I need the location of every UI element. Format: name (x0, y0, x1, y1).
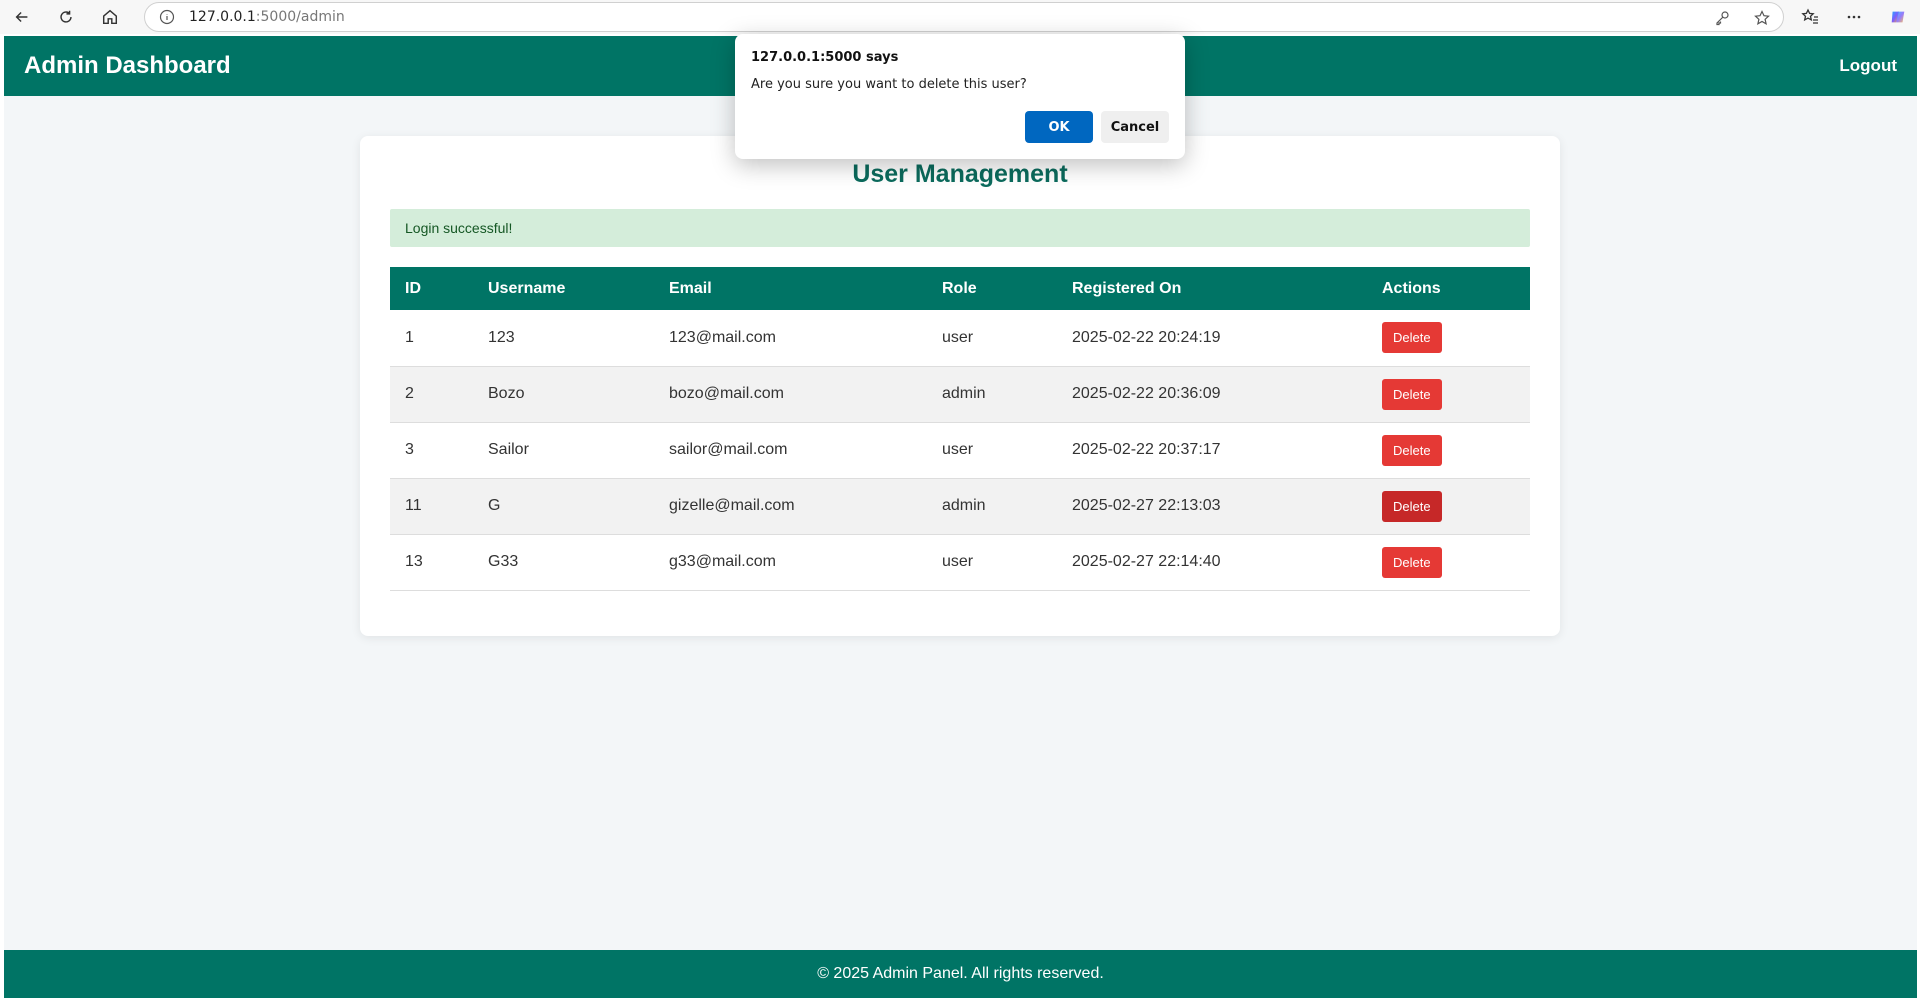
cell-actions: Delete (1367, 422, 1530, 478)
cell-email: 123@mail.com (669, 328, 776, 346)
table-row: 2 Bozo bozo@mail.com admin 2025-02-22 20… (390, 366, 1530, 422)
column-header-id: ID (405, 279, 421, 297)
column-header-username: Username (488, 279, 566, 297)
page-title: User Management (852, 160, 1068, 188)
column-header-registered: Registered On (1072, 279, 1182, 297)
more-options-icon[interactable] (1840, 3, 1868, 31)
cell-actions: Delete (1367, 310, 1530, 366)
delete-button[interactable]: Delete (1382, 378, 1442, 410)
cell-id: 11 (405, 497, 422, 514)
favorites-icon[interactable] (1796, 3, 1824, 31)
confirm-dialog: 127.0.0.1:5000 says Are you sure you wan… (735, 34, 1185, 159)
dialog-buttons: OK Cancel (1025, 111, 1169, 143)
cell-email: gizelle@mail.com (669, 497, 795, 514)
cell-actions: Delete (1367, 478, 1530, 534)
cell-username: G (488, 497, 501, 514)
delete-button[interactable]: Delete (1382, 546, 1442, 578)
cell-email: sailor@mail.com (669, 441, 788, 458)
cell-email: g33@mail.com (669, 553, 776, 570)
home-icon[interactable] (88, 0, 132, 34)
column-header-actions: Actions (1382, 279, 1441, 297)
url-host: 127.0.0.1 (189, 9, 256, 25)
cell-id: 2 (405, 385, 414, 402)
dialog-title: 127.0.0.1:5000 says (751, 50, 899, 65)
cell-username: G33 (488, 553, 519, 570)
cell-registered: 2025-02-22 20:36:09 (1072, 385, 1221, 402)
cell-id: 3 (405, 441, 414, 458)
cell-registered: 2025-02-27 22:14:40 (1072, 553, 1221, 570)
table-header-row: ID Username Email Role Registered On Act… (390, 267, 1530, 310)
brand-title: Admin Dashboard (24, 52, 231, 79)
cell-role: user (942, 441, 974, 458)
page: Admin Dashboard Logout User Management L… (4, 36, 1917, 998)
user-management-card: User Management Login successful! ID Use… (360, 136, 1560, 636)
cancel-button[interactable]: Cancel (1101, 111, 1169, 143)
cell-role: user (942, 328, 974, 346)
column-header-email: Email (669, 279, 712, 297)
logout-link[interactable]: Logout (1839, 56, 1897, 76)
dialog-message: Are you sure you want to delete this use… (751, 77, 1027, 92)
copilot-icon[interactable] (1884, 3, 1912, 31)
browser-toolbar: 127.0.0.1:5000/admin (0, 0, 1920, 34)
cell-id: 13 (405, 553, 423, 570)
table-row: 1 123 123@mail.com user 2025-02-22 20:24… (390, 310, 1530, 366)
cell-username: Bozo (488, 385, 525, 402)
success-alert: Login successful! (390, 209, 1530, 247)
cell-actions: Delete (1367, 534, 1530, 590)
table-row: 13 G33 g33@mail.com user 2025-02-27 22:1… (390, 534, 1530, 590)
cell-role: admin (942, 497, 986, 514)
cell-id: 1 (405, 328, 414, 346)
users-table: ID Username Email Role Registered On Act… (390, 267, 1530, 591)
footer: © 2025 Admin Panel. All rights reserved. (4, 950, 1917, 998)
cell-registered: 2025-02-27 22:13:03 (1072, 497, 1221, 514)
table-row: 3 Sailor sailor@mail.com user 2025-02-22… (390, 422, 1530, 478)
favorite-star-icon[interactable] (1751, 7, 1773, 29)
delete-button[interactable]: Delete (1382, 322, 1442, 354)
info-icon[interactable] (159, 9, 175, 25)
reload-icon[interactable] (44, 0, 88, 34)
column-header-role: Role (942, 279, 977, 297)
table-row: 11 G gizelle@mail.com admin 2025-02-27 2… (390, 478, 1530, 534)
delete-button[interactable]: Delete (1382, 490, 1442, 522)
cell-role: admin (942, 385, 986, 402)
back-icon[interactable] (0, 0, 44, 34)
cell-username: Sailor (488, 441, 529, 458)
ok-button[interactable]: OK (1025, 111, 1093, 143)
address-bar[interactable]: 127.0.0.1:5000/admin (144, 2, 1784, 32)
cell-registered: 2025-02-22 20:37:17 (1072, 441, 1221, 458)
cell-actions: Delete (1367, 366, 1530, 422)
delete-button[interactable]: Delete (1382, 434, 1442, 466)
cell-registered: 2025-02-22 20:24:19 (1072, 328, 1221, 346)
cell-username: 123 (488, 328, 515, 346)
url-path: :5000/admin (255, 9, 345, 25)
key-icon[interactable] (1711, 7, 1733, 29)
cell-role: user (942, 553, 974, 570)
cell-email: bozo@mail.com (669, 385, 784, 402)
